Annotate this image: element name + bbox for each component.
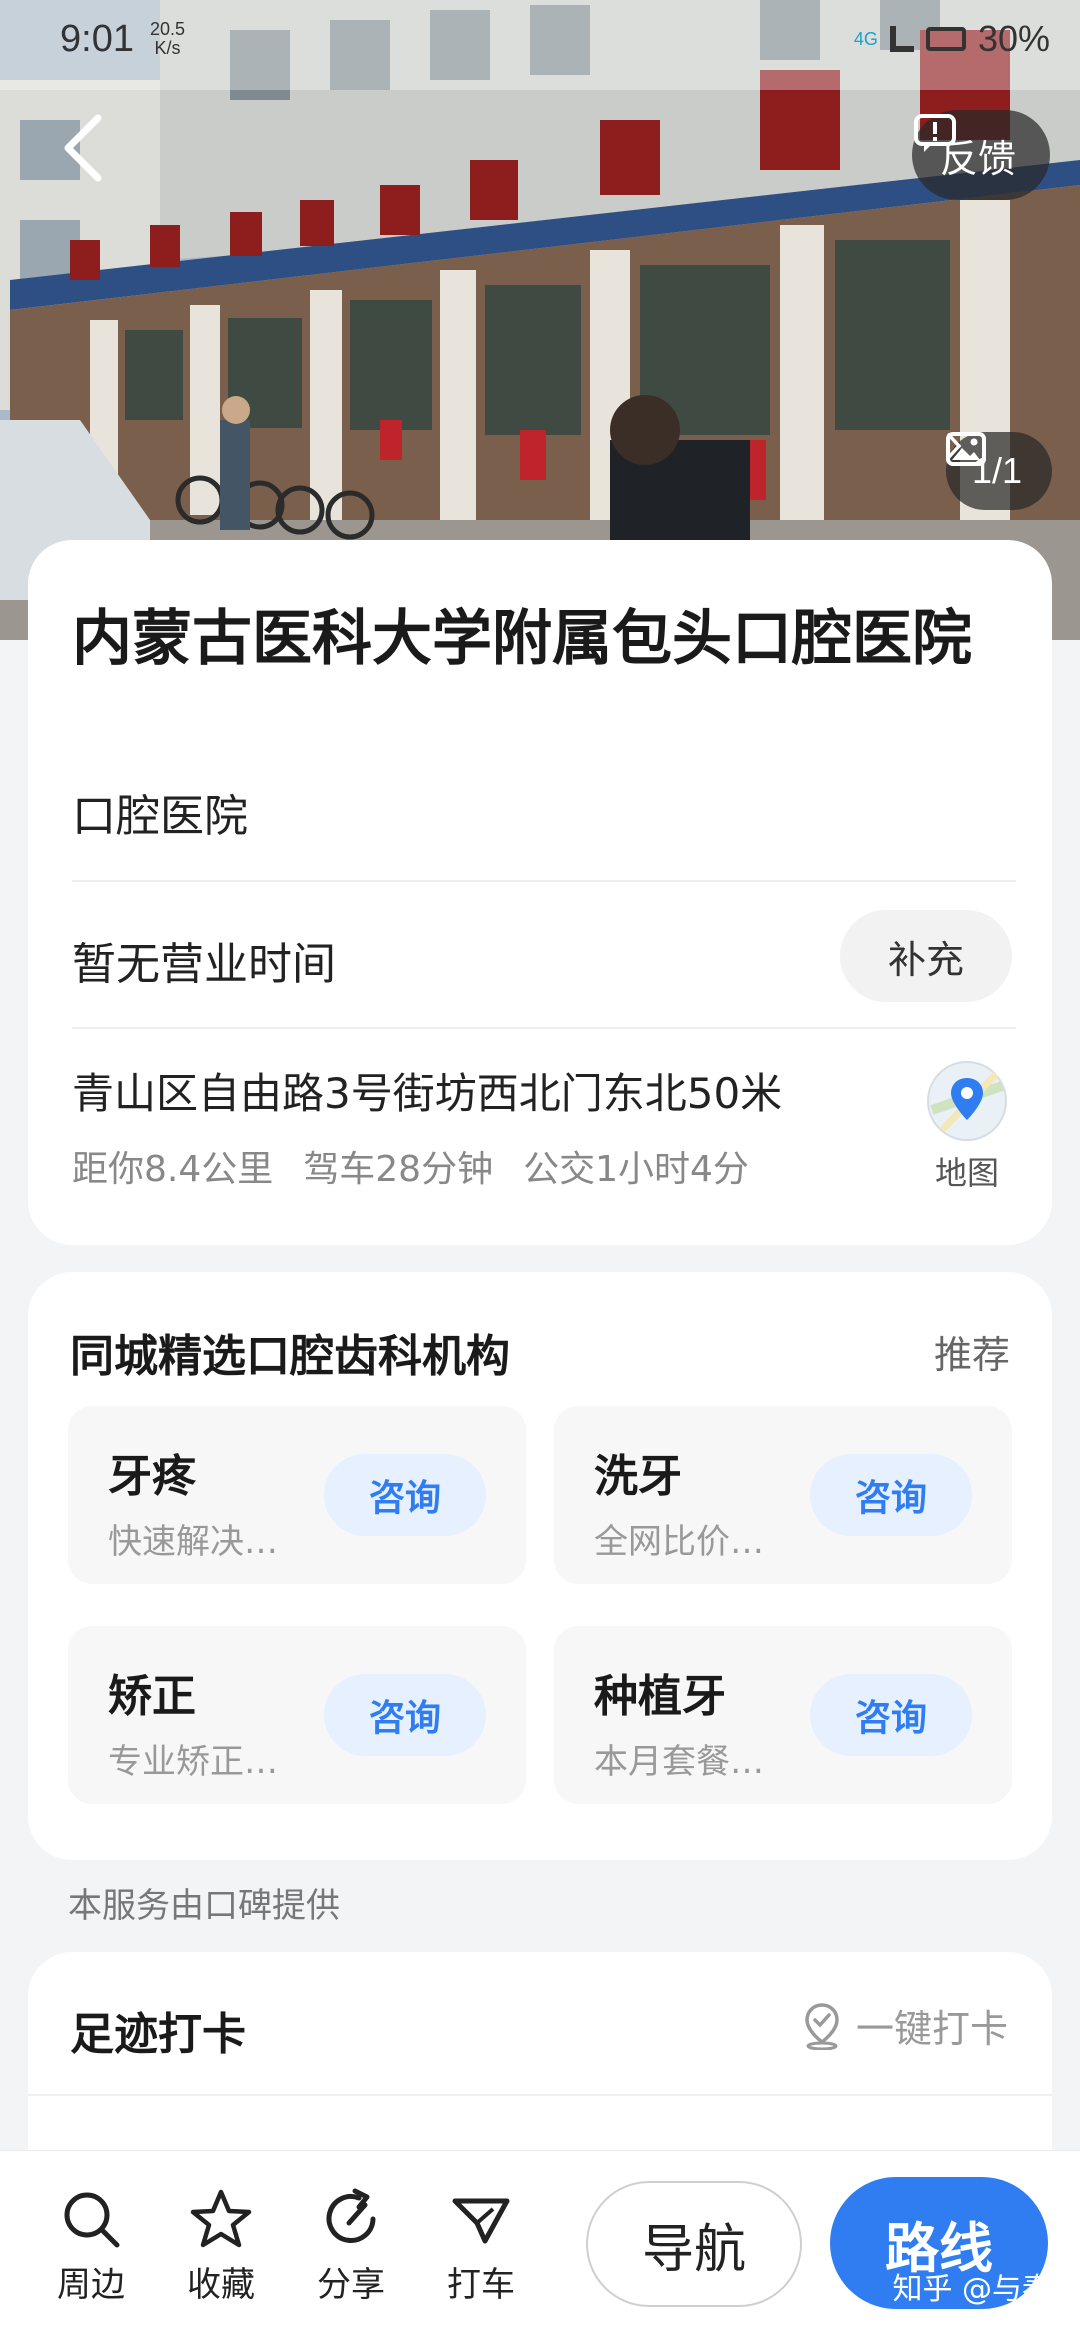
service-title: 牙疼 [108, 1451, 196, 1502]
taxi-icon [452, 2198, 510, 2244]
poi-address[interactable]: 青山区自由路3号街坊西北门东北50米 [72, 1060, 782, 1121]
distance-text: 距你8.4公里 [72, 1149, 274, 1190]
nearby-button[interactable]: 周边 [36, 2187, 146, 2306]
status-speed-value: 20.5 [150, 19, 186, 39]
battery-icon [925, 27, 966, 51]
service-title: 洗牙 [594, 1451, 682, 1502]
service-subtitle: 全网比价… [594, 1522, 764, 1562]
signal-icon [889, 26, 914, 52]
status-speed-unit: K/s [154, 38, 181, 58]
divider [72, 1027, 1016, 1029]
taxi-button[interactable]: 打车 [426, 2187, 536, 2306]
poi-category: 口腔医院 [72, 791, 248, 842]
divider [28, 2094, 1052, 2096]
business-hours: 暂无营业时间 [72, 939, 336, 990]
consult-button[interactable]: 咨询 [810, 1674, 972, 1756]
bottom-action-bar: 周边 收藏 分享 打车 导航 路线 [0, 2150, 1080, 2340]
consult-button[interactable]: 咨询 [324, 1674, 486, 1756]
service-subtitle: 专业矫正… [108, 1742, 278, 1782]
taxi-label: 打车 [447, 2265, 515, 2305]
share-icon [326, 2188, 376, 2243]
map-label: 地图 [934, 1154, 999, 1192]
star-icon [190, 2189, 252, 2248]
bus-time-text: 公交1小时4分 [523, 1149, 749, 1190]
service-title: 种植牙 [594, 1671, 726, 1722]
service-subtitle: 本月套餐… [594, 1742, 764, 1782]
status-speed: 20.5 K/s [150, 20, 185, 58]
favorite-button[interactable]: 收藏 [166, 2187, 276, 2306]
status-bar: 9:01 20.5 K/s 4G 30% [0, 0, 1080, 80]
feedback-icon [913, 114, 956, 152]
share-button[interactable]: 分享 [296, 2187, 406, 2306]
share-label: 分享 [317, 2265, 385, 2305]
watermark: 知乎 @与秦 [892, 2272, 1052, 2307]
recommendation-card: 同城精选口腔齿科机构 推荐 牙疼 快速解决… 咨询 洗牙 全网比价… 咨询 矫正… [28, 1272, 1052, 1860]
chevron-right-icon [947, 433, 962, 459]
status-time: 9:01 [60, 18, 134, 60]
navigate-button[interactable]: 导航 [586, 2181, 802, 2307]
poi-name: 内蒙古医科大学附属包头口腔医院 [72, 604, 972, 674]
consult-button[interactable]: 咨询 [810, 1454, 972, 1536]
service-tile-cleaning[interactable]: 洗牙 全网比价… 咨询 [554, 1406, 1012, 1584]
feedback-button[interactable]: 反馈 [911, 110, 1050, 200]
favorite-label: 收藏 [187, 2265, 255, 2305]
distance-row: 距你8.4公里 驾车28分钟 公交1小时4分 [72, 1140, 749, 1192]
back-arrow-icon [64, 114, 102, 182]
supplement-button[interactable]: 补充 [840, 910, 1012, 1002]
battery-percent: 30% [977, 18, 1050, 59]
service-tile-toothache[interactable]: 牙疼 快速解决… 咨询 [68, 1406, 526, 1584]
one-tap-checkin-button[interactable]: 一键打卡 [802, 1998, 1008, 2053]
network-label: 4G [853, 28, 878, 49]
map-button[interactable]: 地图 [922, 1060, 1012, 1194]
map-pin-icon [927, 1061, 1007, 1141]
recommendation-tag: 推荐 [933, 1333, 1010, 1377]
photo-counter-button[interactable]: 1/1 [945, 432, 1052, 510]
drive-time-text: 驾车28分钟 [303, 1149, 494, 1190]
checkin-title: 足迹打卡 [70, 2009, 246, 2060]
nearby-label: 周边 [57, 2265, 125, 2305]
location-check-icon [805, 2002, 839, 2050]
consult-button[interactable]: 咨询 [324, 1454, 486, 1536]
service-title: 矫正 [108, 1671, 196, 1722]
poi-info-card: 内蒙古医科大学附属包头口腔医院 口腔医院 暂无营业时间 补充 青山区自由路3号街… [28, 540, 1052, 1245]
divider [72, 880, 1016, 882]
service-tile-orthodontics[interactable]: 矫正 专业矫正… 咨询 [68, 1626, 526, 1804]
service-subtitle: 快速解决… [108, 1522, 278, 1562]
status-right: 4G 30% [854, 18, 1050, 60]
search-icon [64, 2192, 120, 2248]
back-button[interactable] [60, 112, 130, 202]
service-tile-implant[interactable]: 种植牙 本月套餐… 咨询 [554, 1626, 1012, 1804]
recommendation-title: 同城精选口腔齿科机构 [70, 1331, 510, 1382]
checkin-action-label: 一键打卡 [855, 2007, 1008, 2051]
provider-note: 本服务由口碑提供 [68, 1886, 340, 1926]
